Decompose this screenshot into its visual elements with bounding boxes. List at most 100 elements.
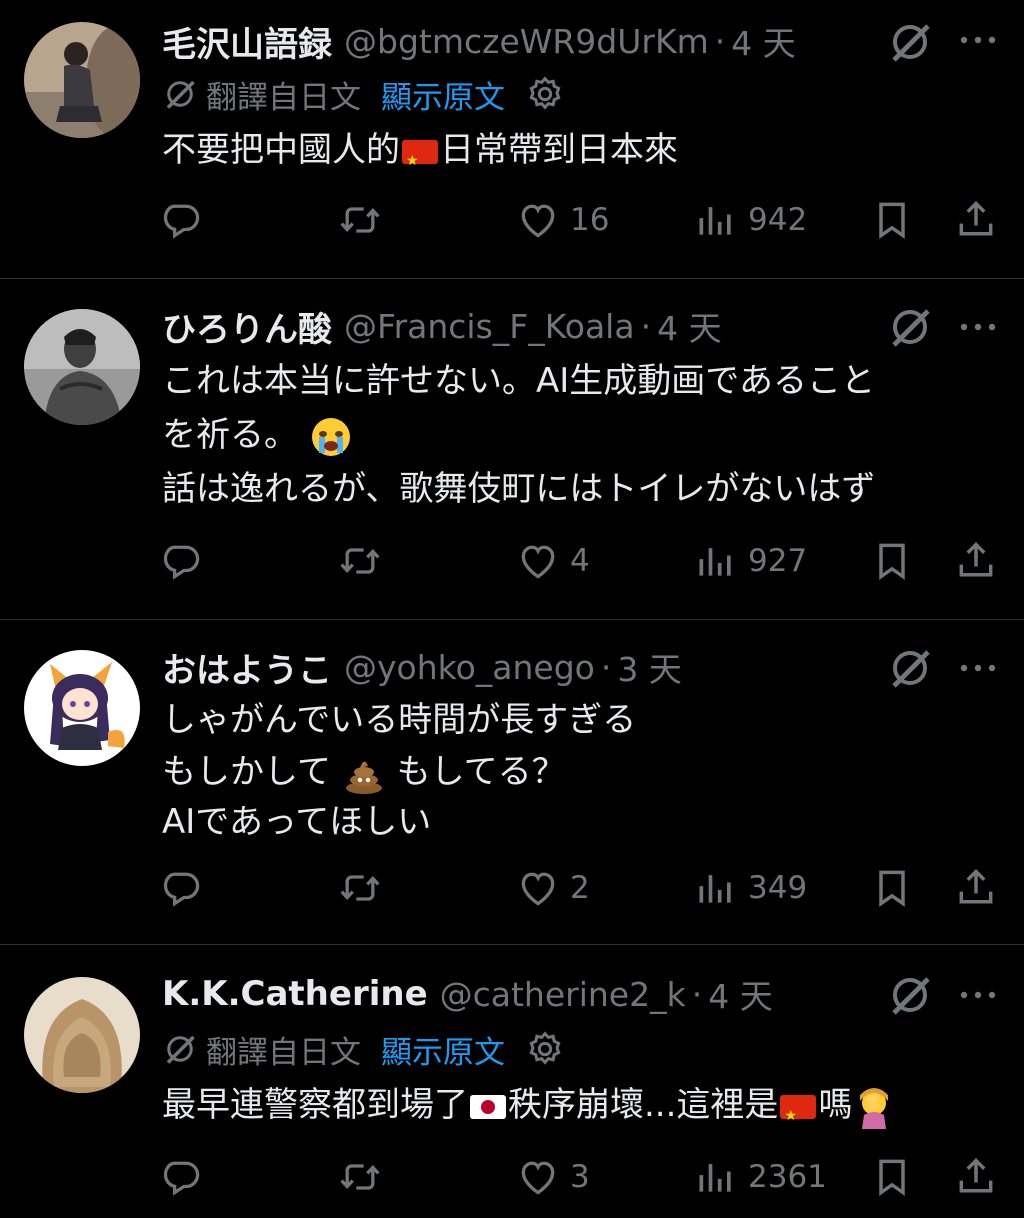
user-handle[interactable]: @yohko_anego bbox=[344, 648, 595, 687]
avatar[interactable] bbox=[24, 977, 140, 1093]
tweet-2[interactable]: ひろりん酸 @Francis_F_Koala · 4 天 これは本当に許せない。… bbox=[0, 279, 1024, 619]
reply-icon bbox=[160, 866, 204, 910]
separator: · bbox=[714, 21, 726, 61]
tweet-text-line-2: もしかして もしてる？ bbox=[162, 748, 566, 796]
display-name[interactable]: 毛沢山語録 bbox=[162, 17, 332, 66]
more-icon[interactable] bbox=[956, 30, 1000, 50]
like-button[interactable]: 16 bbox=[516, 192, 609, 248]
grok-icon[interactable] bbox=[886, 303, 934, 351]
view-count: 349 bbox=[748, 870, 808, 906]
more-icon[interactable] bbox=[956, 658, 1000, 678]
tweet-text: 最早連警察都到場了秩序崩壞...這裡是嗎 bbox=[162, 1081, 896, 1140]
retweet-button[interactable] bbox=[338, 533, 382, 589]
japan-flag-emoji bbox=[470, 1094, 506, 1119]
reply-icon bbox=[160, 539, 204, 583]
translation-notice: 翻譯自日文 顯示原文 bbox=[162, 1027, 565, 1071]
tweet-text-line-3: 話は逸れるが、歌舞伎町にはトイレがないはず bbox=[162, 469, 876, 509]
reply-button[interactable] bbox=[160, 533, 204, 589]
avatar[interactable] bbox=[24, 22, 140, 138]
action-bar: 4 927 bbox=[0, 533, 1024, 589]
views-button[interactable]: 349 bbox=[694, 860, 807, 916]
retweet-icon bbox=[338, 198, 382, 242]
display-name[interactable]: K.K.Catherine bbox=[162, 974, 428, 1014]
display-name[interactable]: ひろりん酸 bbox=[162, 302, 332, 351]
tweet-3[interactable]: おはようこ @yohko_anego · 3 天 しゃがんでいる時間が長すぎる … bbox=[0, 620, 1024, 944]
heart-icon bbox=[516, 866, 560, 910]
tweet-1[interactable]: 毛沢山語録 @bgtmczeWR9dUrKm · 4 天 翻譯自日文 顯示原文 … bbox=[0, 0, 1024, 278]
bookmark-button[interactable] bbox=[870, 192, 914, 248]
china-flag-emoji bbox=[780, 1092, 817, 1140]
tweet-text-part: 日常帶到日本來 bbox=[440, 130, 678, 170]
share-button[interactable] bbox=[954, 860, 998, 916]
views-icon bbox=[694, 1155, 738, 1199]
retweet-button[interactable] bbox=[338, 1149, 382, 1205]
display-name[interactable]: おはようこ bbox=[162, 643, 332, 692]
heart-icon bbox=[516, 539, 560, 583]
gear-icon[interactable] bbox=[525, 1029, 565, 1069]
tweet-text-line-2: を祈る。 bbox=[162, 411, 353, 459]
timestamp[interactable]: 4 天 bbox=[657, 302, 722, 350]
retweet-button[interactable] bbox=[338, 860, 382, 916]
grok-icon[interactable] bbox=[886, 18, 934, 66]
facepalm-emoji bbox=[860, 1087, 889, 1129]
gear-icon[interactable] bbox=[525, 74, 565, 114]
share-icon bbox=[954, 1155, 998, 1199]
reply-button[interactable] bbox=[160, 1149, 204, 1205]
share-button[interactable] bbox=[954, 192, 998, 248]
translated-from-label: 翻譯自日文 bbox=[206, 1034, 361, 1071]
more-icon[interactable] bbox=[956, 985, 1000, 1005]
show-original-link[interactable]: 顯示原文 bbox=[381, 72, 505, 117]
share-button[interactable] bbox=[954, 1149, 998, 1205]
bookmark-button[interactable] bbox=[870, 533, 914, 589]
timestamp[interactable]: 4 天 bbox=[708, 970, 773, 1018]
view-count: 942 bbox=[748, 202, 808, 238]
retweet-icon bbox=[338, 866, 382, 910]
bookmark-icon bbox=[870, 198, 914, 242]
views-icon bbox=[694, 539, 738, 583]
share-icon bbox=[954, 539, 998, 583]
separator: · bbox=[640, 306, 652, 346]
more-icon[interactable] bbox=[956, 317, 1000, 337]
heart-icon bbox=[516, 1155, 560, 1199]
like-count: 16 bbox=[570, 202, 610, 238]
tweet-text-part: 嗎 bbox=[818, 1085, 853, 1125]
like-button[interactable]: 2 bbox=[516, 860, 590, 916]
reply-icon bbox=[160, 1155, 204, 1199]
tweet-header: ひろりん酸 @Francis_F_Koala · 4 天 bbox=[162, 302, 722, 351]
reply-button[interactable] bbox=[160, 860, 204, 916]
views-button[interactable]: 2361 bbox=[694, 1149, 827, 1205]
action-bar: 2 349 bbox=[0, 860, 1024, 916]
tweet-header: おはようこ @yohko_anego · 3 天 bbox=[162, 643, 682, 692]
translate-icon bbox=[162, 76, 198, 112]
share-icon bbox=[954, 866, 998, 910]
translate-icon bbox=[162, 1031, 198, 1067]
tweet-text-line-3: AIであってほしい bbox=[162, 802, 432, 842]
tweet-text-part: もしかして bbox=[162, 752, 331, 792]
avatar[interactable] bbox=[24, 650, 140, 766]
views-button[interactable]: 942 bbox=[694, 192, 807, 248]
timestamp[interactable]: 4 天 bbox=[731, 17, 796, 65]
views-icon bbox=[694, 198, 738, 242]
bookmark-button[interactable] bbox=[870, 860, 914, 916]
like-button[interactable]: 4 bbox=[516, 533, 590, 589]
reply-icon bbox=[160, 198, 204, 242]
grok-icon[interactable] bbox=[886, 971, 934, 1019]
show-original-link[interactable]: 顯示原文 bbox=[381, 1027, 505, 1072]
share-button[interactable] bbox=[954, 533, 998, 589]
user-handle[interactable]: @bgtmczeWR9dUrKm bbox=[344, 22, 709, 61]
retweet-button[interactable] bbox=[338, 192, 382, 248]
user-handle[interactable]: @Francis_F_Koala bbox=[344, 307, 635, 346]
tweet-4[interactable]: K.K.Catherine @catherine2_k · 4 天 翻譯自日文 … bbox=[0, 945, 1024, 1218]
timestamp[interactable]: 3 天 bbox=[617, 643, 682, 691]
poop-emoji bbox=[345, 760, 382, 794]
tweet-text-part: を祈る。 bbox=[162, 415, 298, 455]
user-handle[interactable]: @catherine2_k bbox=[440, 975, 686, 1014]
reply-button[interactable] bbox=[160, 192, 204, 248]
views-button[interactable]: 927 bbox=[694, 533, 807, 589]
like-button[interactable]: 3 bbox=[516, 1149, 590, 1205]
view-count: 927 bbox=[748, 543, 808, 579]
avatar[interactable] bbox=[24, 309, 140, 425]
bookmark-button[interactable] bbox=[870, 1149, 914, 1205]
tweet-text-part: 不要把中國人的 bbox=[162, 130, 400, 170]
grok-icon[interactable] bbox=[886, 644, 934, 692]
